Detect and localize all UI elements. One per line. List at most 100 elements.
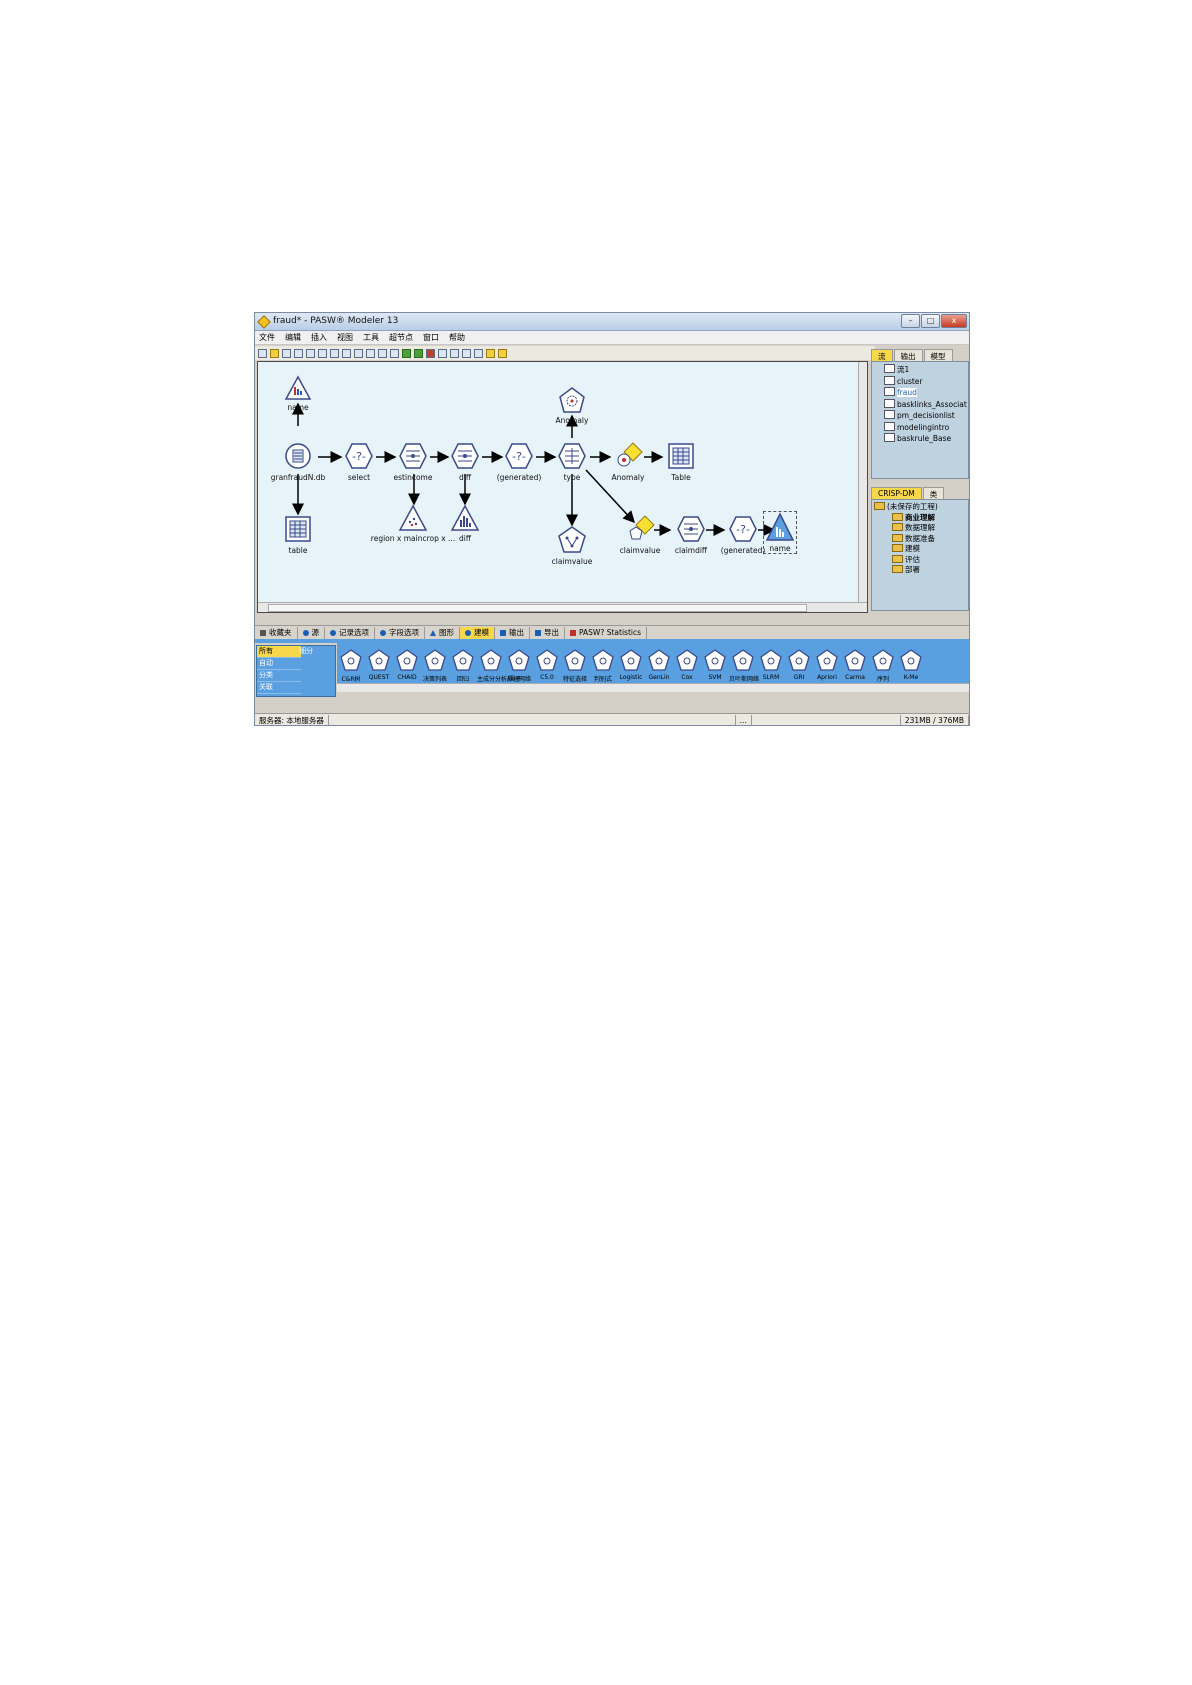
source-node[interactable]: granfraudN.db bbox=[265, 441, 331, 482]
menu-edit[interactable]: 编辑 bbox=[285, 332, 301, 343]
annotation-icon[interactable] bbox=[486, 348, 495, 358]
close-button[interactable]: x bbox=[941, 314, 967, 328]
canvas-vertical-scrollbar[interactable] bbox=[858, 362, 867, 612]
tab-record-ops[interactable]: 记录选项 bbox=[325, 626, 375, 639]
anomaly-node-top[interactable]: Anomaly bbox=[539, 386, 605, 425]
tab-export[interactable]: 导出 bbox=[530, 626, 565, 639]
maximize-button[interactable]: □ bbox=[921, 314, 940, 328]
tab-modeling[interactable]: 建模 bbox=[460, 626, 495, 639]
paste-icon[interactable] bbox=[330, 348, 339, 358]
undo-icon[interactable] bbox=[342, 348, 351, 358]
palette-node[interactable]: GenLin bbox=[645, 649, 673, 681]
palette-node[interactable]: K-Me bbox=[897, 649, 925, 681]
tree-item[interactable]: 数据理解 bbox=[872, 523, 968, 534]
zoom-in-icon[interactable] bbox=[462, 348, 471, 358]
menu-window[interactable]: 窗口 bbox=[423, 332, 439, 343]
menu-supernode[interactable]: 超节点 bbox=[389, 332, 413, 343]
run-selection-icon[interactable] bbox=[414, 348, 423, 358]
histogram-node-diff[interactable]: diff bbox=[432, 504, 498, 543]
category-segmentation[interactable]: 细分 bbox=[299, 646, 313, 656]
tab-models[interactable]: 模型 bbox=[923, 349, 953, 361]
menu-insert[interactable]: 插入 bbox=[311, 332, 327, 343]
tab-favorites[interactable]: 收藏夹 bbox=[255, 626, 298, 639]
palette-node[interactable]: Cox bbox=[673, 649, 701, 681]
palette-node[interactable]: C&R树 bbox=[337, 649, 365, 683]
palette-node[interactable]: SLRM bbox=[757, 649, 785, 681]
category-all[interactable]: 所有 bbox=[257, 646, 301, 658]
run-icon[interactable] bbox=[402, 348, 411, 358]
tree-item[interactable]: 建模 bbox=[872, 544, 968, 555]
palette-node[interactable]: 回归 bbox=[449, 649, 477, 683]
palette-node[interactable]: 序列 bbox=[869, 649, 897, 683]
model-node-claimvalue[interactable]: claimvalue bbox=[539, 525, 605, 566]
new-icon[interactable] bbox=[258, 348, 267, 358]
tree-item[interactable]: 数据准备 bbox=[872, 533, 968, 545]
tree-item[interactable]: 部署 bbox=[872, 565, 968, 576]
tab-output[interactable]: 输出 bbox=[495, 626, 530, 639]
tab-statistics[interactable]: PASW? Statistics bbox=[565, 626, 647, 639]
server-status[interactable]: 服务器: 本地服务器 bbox=[255, 715, 329, 725]
palette-node[interactable]: SVM bbox=[701, 649, 729, 681]
tab-crisp-dm[interactable]: CRISP-DM bbox=[871, 487, 922, 499]
save-icon[interactable] bbox=[282, 348, 291, 358]
category-association[interactable]: 关联 bbox=[257, 682, 301, 694]
find-icon[interactable] bbox=[366, 348, 375, 358]
table-node-left[interactable]: table bbox=[265, 514, 331, 555]
list-item[interactable]: basklinks_Associat bbox=[872, 398, 968, 411]
redo-icon[interactable] bbox=[354, 348, 363, 358]
list-item[interactable]: cluster bbox=[872, 375, 968, 388]
list-item[interactable]: pm_decisionlist bbox=[872, 410, 968, 422]
minimize-button[interactable]: – bbox=[901, 314, 920, 328]
tree-root[interactable]: (未保存的工程) bbox=[872, 502, 968, 513]
tab-outputs[interactable]: 输出 bbox=[893, 349, 923, 361]
tab-graphs[interactable]: 图形 bbox=[425, 626, 460, 639]
table-node-right[interactable]: Table bbox=[648, 441, 714, 482]
category-classification[interactable]: 分类 bbox=[257, 670, 301, 682]
graph-node-name-bottom[interactable]: name bbox=[763, 511, 797, 554]
palette-node[interactable]: QUEST bbox=[365, 649, 393, 681]
palette-scrollbar[interactable] bbox=[337, 683, 969, 692]
tab-streams[interactable]: 流 bbox=[871, 349, 893, 361]
palette-node[interactable]: CHAID bbox=[393, 649, 421, 681]
palette-node[interactable]: 贝叶斯网络 bbox=[729, 649, 759, 683]
stop-icon[interactable] bbox=[426, 348, 435, 358]
menu-tools[interactable]: 工具 bbox=[363, 332, 379, 343]
palette-node[interactable]: 决策列表 bbox=[421, 649, 449, 683]
tab-sources[interactable]: 源 bbox=[298, 626, 325, 639]
palette-node[interactable]: Carma bbox=[841, 649, 869, 681]
list-item[interactable]: 流1 bbox=[872, 364, 968, 376]
print-icon[interactable] bbox=[294, 348, 303, 358]
comment-icon[interactable] bbox=[498, 348, 507, 358]
favorite-icon[interactable] bbox=[450, 348, 459, 358]
tree-item[interactable]: 商业理解 bbox=[872, 512, 968, 524]
list-item[interactable]: baskrule_Base bbox=[872, 433, 968, 445]
open-icon[interactable] bbox=[270, 348, 279, 358]
list-item[interactable]: modelingintro bbox=[872, 421, 968, 434]
palette-node[interactable]: C5.0 bbox=[533, 649, 561, 681]
palette-node[interactable]: 特征选择 bbox=[561, 649, 589, 683]
menu-view[interactable]: 视图 bbox=[337, 332, 353, 343]
preview-icon[interactable] bbox=[390, 348, 399, 358]
stream-canvas[interactable]: name Anomaly granfraudN.db -?- select es… bbox=[257, 361, 868, 613]
tab-classes[interactable]: 类 bbox=[922, 487, 945, 499]
tree-item[interactable]: 评估 bbox=[872, 554, 968, 566]
palette-node[interactable]: Logistic bbox=[617, 649, 645, 681]
canvas-horizontal-scrollbar[interactable] bbox=[258, 602, 867, 612]
palette-node[interactable]: 神经网络 bbox=[505, 649, 533, 683]
list-item[interactable]: fraud bbox=[872, 387, 968, 399]
palette-node[interactable]: GRI bbox=[785, 649, 813, 681]
menu-file[interactable]: 文件 bbox=[259, 332, 275, 343]
palette-node[interactable]: 判别式 bbox=[589, 649, 617, 683]
menu-help[interactable]: 帮助 bbox=[449, 332, 465, 343]
graph-node-name-top[interactable]: name bbox=[265, 375, 331, 412]
zoom-out-icon[interactable] bbox=[474, 348, 483, 358]
palette-node[interactable]: Apriori bbox=[813, 649, 841, 681]
status-more-button[interactable]: ... bbox=[736, 715, 752, 725]
cut-icon[interactable] bbox=[306, 348, 315, 358]
category-auto[interactable]: 自动 bbox=[257, 658, 301, 670]
properties-icon[interactable] bbox=[378, 348, 387, 358]
supernode-icon[interactable] bbox=[438, 348, 447, 358]
palette-node[interactable]: 主成分分析/因子 bbox=[477, 649, 521, 683]
copy-icon[interactable] bbox=[318, 348, 327, 358]
tab-field-ops[interactable]: 字段选项 bbox=[375, 626, 425, 639]
